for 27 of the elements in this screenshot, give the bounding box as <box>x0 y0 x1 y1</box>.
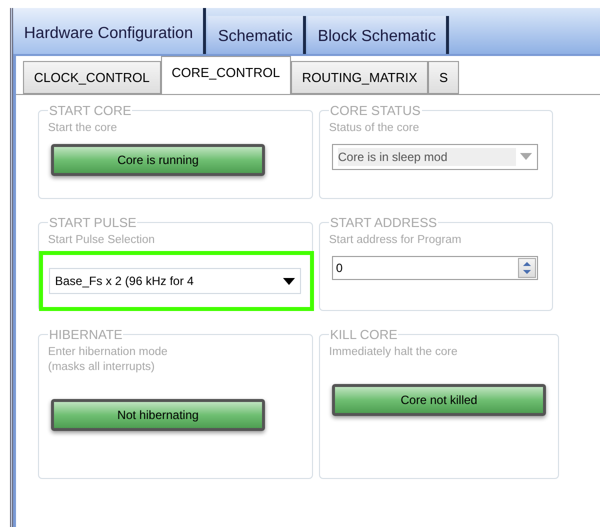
group-description: Start address for Program <box>329 232 462 248</box>
tab[interactable]: S <box>428 61 459 94</box>
status-button[interactable]: Core not killed <box>332 384 546 416</box>
tab[interactable]: CORE_CONTROL <box>160 56 291 94</box>
group-title: START ADDRESS <box>329 214 438 232</box>
tab[interactable]: Hardware Configuration <box>14 8 206 54</box>
group-description: Status of the core <box>329 120 420 136</box>
dropdown[interactable]: Base_Fs x 2 (96 kHz for 4 <box>49 268 301 294</box>
group-title: HIBERNATE <box>48 326 124 344</box>
spin-buttons[interactable] <box>518 258 536 278</box>
tab[interactable]: ROUTING_MATRIX <box>290 61 428 94</box>
tab[interactable]: CLOCK_CONTROL <box>23 61 161 94</box>
number-field[interactable]: 0 <box>332 256 538 280</box>
caret-icon <box>283 278 295 284</box>
group-title: START PULSE <box>48 214 138 232</box>
tab[interactable]: Block Schematic <box>308 16 449 54</box>
group-description: Enter hibernation mode (masks all interrupts) <box>48 344 169 374</box>
status-button[interactable]: Not hibernating <box>51 398 265 430</box>
group-description: Immediately halt the core <box>329 344 458 360</box>
group-title: START CORE <box>48 102 132 120</box>
tab[interactable]: Schematic <box>208 16 306 54</box>
caret-icon <box>520 153 532 160</box>
group-description: Start Pulse Selection <box>48 232 156 248</box>
group-title: CORE STATUS <box>329 102 422 120</box>
group-title: KILL CORE <box>329 326 398 344</box>
status-button[interactable]: Core is running <box>51 144 265 176</box>
group-description: Start the core <box>48 120 118 136</box>
